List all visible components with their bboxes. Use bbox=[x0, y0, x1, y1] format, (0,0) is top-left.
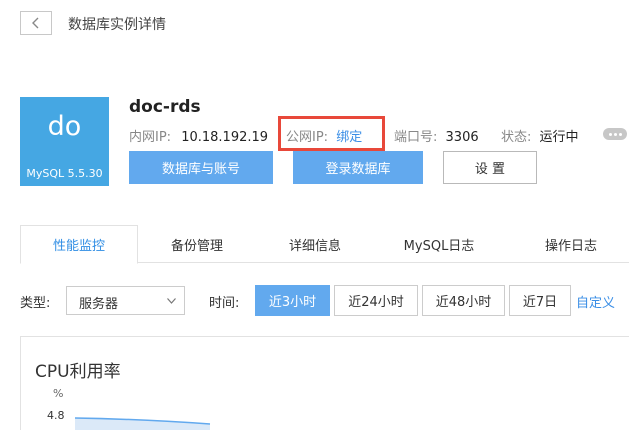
port-value: 3306 bbox=[445, 130, 479, 145]
settings-button[interactable]: 设 置 bbox=[443, 151, 537, 184]
custom-range-link[interactable]: 自定义 bbox=[576, 292, 615, 311]
top-header: 数据库实例详情 bbox=[0, 0, 629, 50]
chart-title: CPU利用率 bbox=[35, 362, 121, 382]
type-select[interactable]: 服务器 bbox=[66, 286, 185, 315]
time-label: 时间: bbox=[209, 296, 240, 311]
intranet-ip-label: 内网IP: bbox=[129, 130, 172, 145]
instance-name: doc-rds bbox=[129, 97, 201, 117]
chevron-left-icon bbox=[32, 17, 39, 29]
logo-abbr: do bbox=[47, 111, 82, 142]
tab-mysql-log[interactable]: MySQL日志 bbox=[378, 225, 500, 263]
type-select-value: 服务器 bbox=[79, 297, 119, 312]
intranet-ip: 内网IP: 10.18.192.19 bbox=[129, 126, 268, 145]
tab-details[interactable]: 详细信息 bbox=[256, 225, 374, 263]
more-dots-icon[interactable] bbox=[603, 128, 627, 140]
tab-operation-log[interactable]: 操作日志 bbox=[512, 225, 629, 263]
page-title: 数据库实例详情 bbox=[68, 17, 166, 33]
chevron-down-icon bbox=[167, 298, 176, 304]
db-accounts-button[interactable]: 数据库与账号 bbox=[129, 151, 273, 184]
logo-version: MySQL 5.5.30 bbox=[26, 167, 103, 180]
status-info: 状态: 运行中 bbox=[501, 126, 579, 145]
range-7d-button[interactable]: 近7日 bbox=[509, 285, 571, 316]
header-spacer bbox=[0, 50, 629, 90]
chart-unit: % bbox=[53, 387, 64, 400]
range-24h-button[interactable]: 近24小时 bbox=[334, 285, 418, 316]
port-label: 端口号: bbox=[394, 130, 438, 145]
status-label: 状态: bbox=[501, 130, 532, 145]
cpu-chart-area bbox=[74, 417, 211, 430]
public-ip: 公网IP: 绑定 bbox=[286, 126, 362, 145]
instance-logo: do MySQL 5.5.30 bbox=[20, 97, 109, 186]
login-db-button[interactable]: 登录数据库 bbox=[293, 151, 423, 184]
tab-performance[interactable]: 性能监控 bbox=[20, 225, 138, 264]
back-button[interactable] bbox=[20, 11, 52, 35]
range-48h-button[interactable]: 近48小时 bbox=[422, 285, 505, 316]
intranet-ip-value: 10.18.192.19 bbox=[181, 130, 269, 145]
tab-backup[interactable]: 备份管理 bbox=[138, 225, 256, 263]
y-tick-label: 4.8 bbox=[47, 409, 65, 422]
type-label: 类型: bbox=[20, 296, 51, 311]
tab-bar: 性能监控 备份管理 详细信息 MySQL日志 操作日志 bbox=[20, 225, 629, 264]
range-3h-button[interactable]: 近3小时 bbox=[255, 285, 330, 316]
status-value: 运行中 bbox=[539, 130, 579, 145]
public-ip-label: 公网IP: bbox=[286, 130, 329, 145]
port-info: 端口号: 3306 bbox=[394, 126, 479, 145]
bind-public-ip-link[interactable]: 绑定 bbox=[336, 130, 362, 145]
